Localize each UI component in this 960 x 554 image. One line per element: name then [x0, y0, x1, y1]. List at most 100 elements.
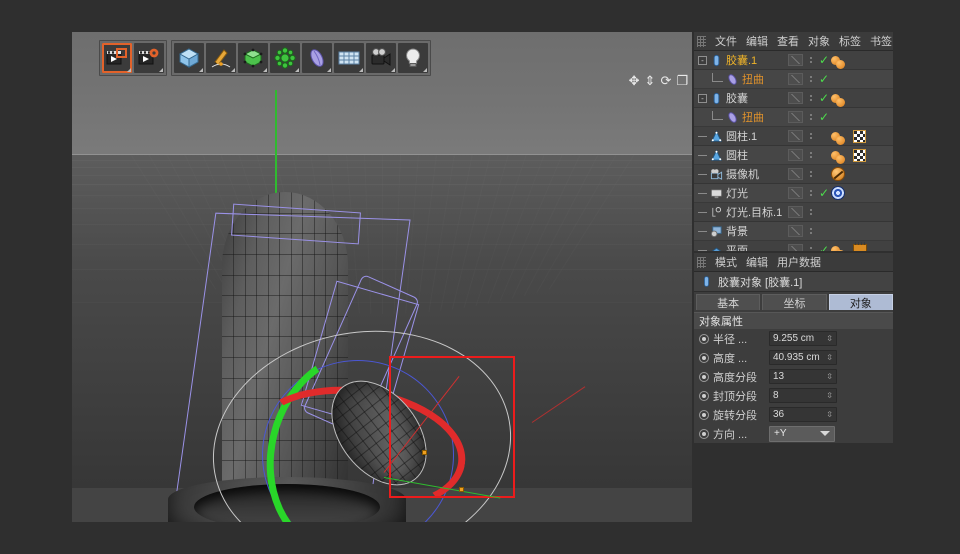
visibility-dots-icon[interactable] [806, 114, 815, 120]
deformer-button[interactable] [302, 43, 332, 73]
compositing-tag-icon[interactable] [853, 244, 867, 251]
parameter-radio-icon[interactable] [699, 372, 709, 382]
object-row-name[interactable]: 扭曲 [694, 109, 764, 125]
layer-color-swatch[interactable] [788, 111, 803, 123]
attribute-tab-1[interactable]: 坐标 [762, 294, 826, 310]
parameter-radio-icon[interactable] [699, 334, 709, 344]
object-row-name[interactable]: 背景 [694, 223, 748, 239]
object-row[interactable]: -胶囊.1 ✓ [694, 51, 893, 70]
enabled-check-icon[interactable]: ✓ [819, 186, 831, 200]
attribute-number-input[interactable]: 8⇳ [769, 388, 837, 403]
target-tag-icon[interactable] [831, 186, 845, 200]
tag-zone[interactable] [831, 167, 893, 181]
axis-handle-dot-y[interactable] [459, 487, 464, 492]
layer-color-swatch[interactable] [788, 92, 803, 104]
attribute-tabs[interactable]: 基本坐标对象 [694, 292, 893, 310]
layer-color-swatch[interactable] [788, 149, 803, 161]
attribute-number-input[interactable]: 40.935 cm⇳ [769, 350, 837, 365]
visibility-dots-icon[interactable] [806, 209, 815, 215]
render-settings-button[interactable] [134, 43, 164, 73]
visibility-dots-icon[interactable] [806, 228, 815, 234]
object-row[interactable]: 平面 ✓ [694, 241, 893, 251]
om-menu-view[interactable]: 查看 [777, 33, 799, 49]
object-row-name[interactable]: 圆柱 [694, 147, 748, 163]
attribute-tab-0[interactable]: 基本 [696, 294, 760, 310]
enabled-check-icon[interactable]: ✓ [819, 110, 831, 124]
visibility-dots-icon[interactable] [806, 95, 815, 101]
nurbs-button[interactable] [238, 43, 268, 73]
object-row-name[interactable]: 平面 [694, 242, 748, 251]
main-toolbar[interactable] [99, 40, 431, 76]
object-row[interactable]: -胶囊 ✓ [694, 89, 893, 108]
object-row-name[interactable]: 扭曲 [694, 71, 764, 87]
parameter-radio-icon[interactable] [699, 429, 709, 439]
move-view-icon[interactable]: ✥ [629, 74, 640, 87]
orientation-select[interactable]: +Y [769, 426, 835, 442]
am-menu-edit[interactable]: 编辑 [746, 254, 768, 270]
protection-tag-icon[interactable] [831, 167, 845, 181]
om-menu-tags[interactable]: 标签 [839, 33, 861, 49]
object-row-name[interactable]: 灯光 [694, 185, 748, 201]
object-row[interactable]: 摄像机 [694, 165, 893, 184]
tag-zone[interactable] [831, 94, 893, 103]
checker-texture-tag-icon[interactable] [853, 130, 866, 143]
enabled-check-icon[interactable]: ✓ [819, 53, 831, 67]
visibility-dots-icon[interactable] [806, 171, 815, 177]
attribute-manager[interactable]: 模式 编辑 用户数据 胶囊对象 [胶囊.1] 基本坐标对象 对象属性 半径 ..… [694, 253, 893, 443]
layer-color-swatch[interactable] [788, 206, 803, 218]
enabled-check-icon[interactable]: ✓ [819, 72, 831, 86]
visibility-dots-icon[interactable] [806, 57, 815, 63]
attribute-number-input[interactable]: 13⇳ [769, 369, 837, 384]
maximize-view-icon[interactable]: ❐ [676, 74, 688, 87]
om-menu-bookmarks[interactable]: 书签 [870, 33, 892, 49]
selection-rectangle[interactable] [389, 356, 515, 498]
viewport-nav-icons[interactable]: ✥ ⇕ ⟳ ❐ [629, 74, 688, 87]
mograph-cloner-button[interactable] [270, 43, 300, 73]
enabled-check-icon[interactable]: ✓ [819, 91, 831, 105]
parameter-radio-icon[interactable] [699, 391, 709, 401]
layer-color-swatch[interactable] [788, 225, 803, 237]
object-row-name[interactable]: 圆柱.1 [694, 128, 757, 144]
stepper-icon[interactable]: ⇳ [826, 411, 833, 419]
layer-color-swatch[interactable] [788, 187, 803, 199]
visibility-dots-icon[interactable] [806, 152, 815, 158]
stepper-icon[interactable]: ⇳ [826, 373, 833, 381]
visibility-dots-icon[interactable] [806, 133, 815, 139]
stepper-icon[interactable]: ⇳ [826, 354, 833, 362]
object-row[interactable]: 灯光.目标.1 [694, 203, 893, 222]
material-tag-icon-2[interactable] [836, 136, 845, 145]
scale-view-icon[interactable]: ⇕ [645, 74, 656, 87]
layer-color-swatch[interactable] [788, 54, 803, 66]
tag-zone[interactable] [831, 149, 893, 162]
tag-zone[interactable] [831, 56, 893, 65]
attribute-manager-menubar[interactable]: 模式 编辑 用户数据 [694, 253, 893, 272]
object-row-name[interactable]: -胶囊.1 [694, 52, 757, 68]
checker-texture-tag-icon[interactable] [853, 149, 866, 162]
material-tag-icon-2[interactable] [836, 60, 845, 69]
tag-zone[interactable] [831, 244, 893, 251]
layer-color-swatch[interactable] [788, 168, 803, 180]
am-menu-mode[interactable]: 模式 [715, 254, 737, 270]
3d-viewport[interactable]: ✥ ⇕ ⟳ ❐ [72, 32, 692, 522]
attribute-tab-2[interactable]: 对象 [829, 294, 893, 310]
rotate-view-icon[interactable]: ⟳ [660, 74, 671, 87]
object-row-name[interactable]: -胶囊 [694, 90, 748, 106]
panel-grip-icon[interactable] [697, 36, 706, 47]
enabled-check-icon[interactable]: ✓ [819, 243, 831, 251]
panel-grip-icon-2[interactable] [697, 257, 706, 268]
camera-button[interactable] [366, 43, 396, 73]
parameter-radio-icon[interactable] [699, 410, 709, 420]
visibility-dots-icon[interactable] [806, 76, 815, 82]
material-tag-icon-2[interactable] [836, 98, 845, 107]
parameter-radio-icon[interactable] [699, 353, 709, 363]
attribute-fields[interactable]: 半径 ...9.255 cm⇳高度 ...40.935 cm⇳高度分段13⇳封顶… [694, 329, 893, 443]
object-row[interactable]: 扭曲 ✓ [694, 108, 893, 127]
layer-color-swatch[interactable] [788, 244, 803, 251]
layer-color-swatch[interactable] [788, 73, 803, 85]
object-row-name[interactable]: 灯光.目标.1 [694, 204, 782, 220]
object-row[interactable]: 圆柱.1 [694, 127, 893, 146]
visibility-dots-icon[interactable] [806, 190, 815, 196]
light-button[interactable] [398, 43, 428, 73]
material-tag-icon-2[interactable] [836, 155, 845, 164]
om-menu-file[interactable]: 文件 [715, 33, 737, 49]
